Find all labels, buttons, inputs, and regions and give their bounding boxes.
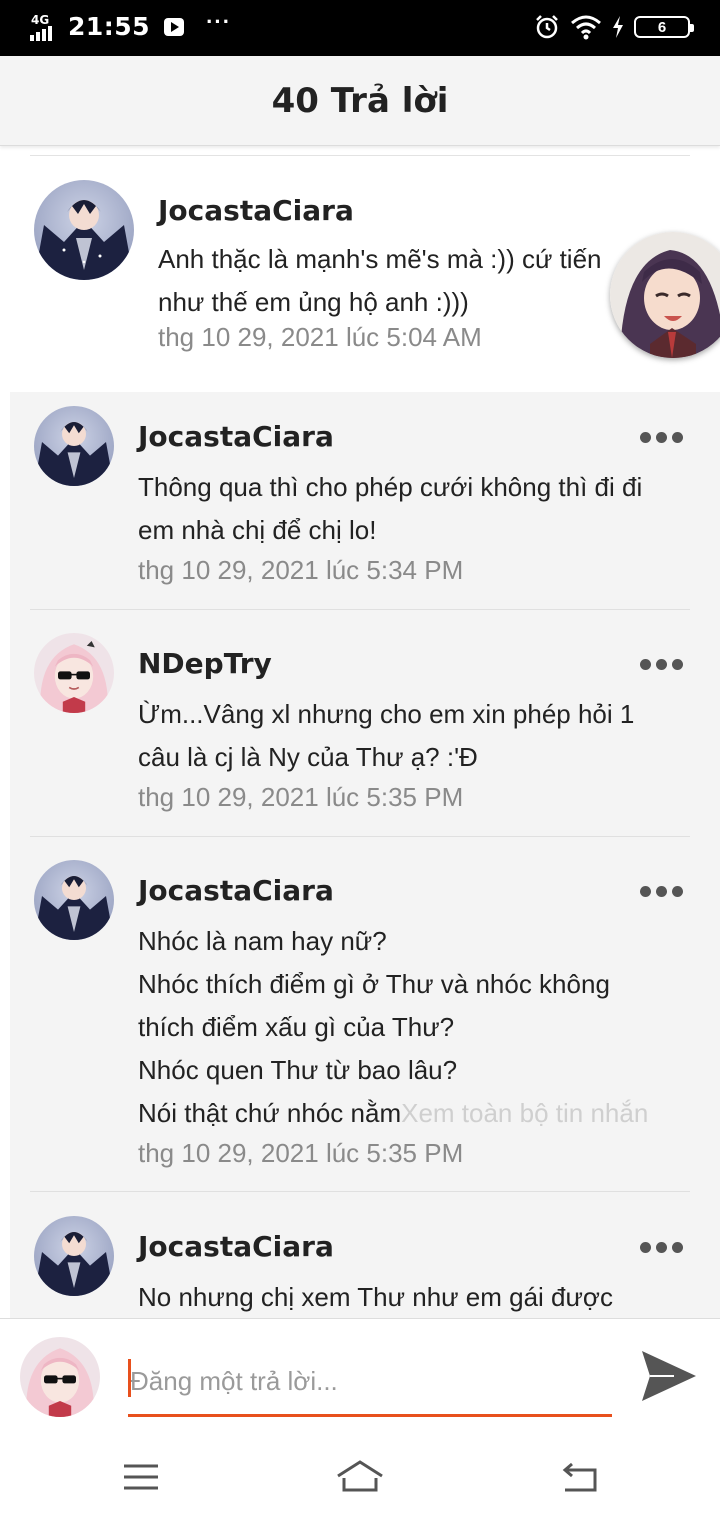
status-bar: 4G 21:55 ··· 6 xyxy=(0,0,720,56)
reply-item: JocastaCiara No nhưng chị xem Thư như em… xyxy=(10,1202,720,1318)
reply-text-line: No nhưng chị xem Thư như em gái được xyxy=(138,1282,613,1312)
avatar[interactable] xyxy=(34,406,114,486)
divider xyxy=(30,155,690,156)
reply-author[interactable]: NDepTry xyxy=(138,647,272,680)
youtube-icon xyxy=(164,17,185,36)
avatar[interactable] xyxy=(34,180,134,280)
truncated-text: Nói thật chứ nhóc nằm xyxy=(138,1098,402,1128)
avatar[interactable] xyxy=(34,860,114,940)
reply-input[interactable] xyxy=(128,1349,612,1417)
page-header: 40 Trả lời xyxy=(0,56,720,146)
back-icon[interactable] xyxy=(555,1456,605,1498)
reply-body: Thông qua thì cho phép cưới không thì đi… xyxy=(138,466,698,588)
reply-text-line: Thông qua thì cho phép cưới không thì đi… xyxy=(138,472,643,502)
wifi-icon xyxy=(571,15,601,40)
menu-icon[interactable] xyxy=(116,1456,166,1498)
reply-author[interactable]: JocastaCiara xyxy=(138,420,334,453)
reply-text-line: Nói thật chứ nhóc nằmXem toàn bộ tin nhắ… xyxy=(138,1092,698,1135)
battery-level: 6 xyxy=(657,18,667,36)
more-options-icon[interactable] xyxy=(640,1242,683,1253)
battery-icon: 6 xyxy=(634,16,694,38)
reply-item: NDepTry Ừm...Vâng xl nhưng cho em xin ph… xyxy=(10,619,720,835)
reply-text-line: em nhà chị để chị lo! xyxy=(138,515,377,545)
alarm-icon xyxy=(536,15,558,39)
reply-timestamp: thg 10 29, 2021 lúc 5:35 PM xyxy=(138,1138,464,1168)
network-type: 4G xyxy=(31,12,50,27)
more-notifications-icon: ··· xyxy=(206,8,232,34)
reply-text-line: Ừm...Vâng xl nhưng cho em xin phép hỏi 1 xyxy=(138,699,635,729)
replies-list[interactable]: JocastaCiara Thông qua thì cho phép cưới… xyxy=(10,392,720,1318)
reply-body: Nhóc là nam hay nữ? Nhóc thích điểm gì ở… xyxy=(138,920,698,1171)
parent-comment: JocastaCiara Anh thặc là mạnh's mẽ's mà … xyxy=(0,160,720,360)
more-options-icon[interactable] xyxy=(640,659,683,670)
comment-timestamp: thg 10 29, 2021 lúc 5:04 AM xyxy=(158,322,482,352)
charging-icon xyxy=(613,16,623,38)
reply-timestamp: thg 10 29, 2021 lúc 5:35 PM xyxy=(138,782,464,812)
reply-text-line: thích điểm xấu gì của Thư? xyxy=(138,1012,455,1042)
see-all-link[interactable]: Xem toàn bộ tin nhắn xyxy=(401,1098,648,1128)
more-options-icon[interactable] xyxy=(640,886,683,897)
text-cursor xyxy=(128,1359,131,1397)
reply-body: No nhưng chị xem Thư như em gái được xyxy=(138,1276,698,1318)
more-options-icon[interactable] xyxy=(640,432,683,443)
reply-text-line: Nhóc là nam hay nữ? xyxy=(138,926,387,956)
signal-icon: 4G xyxy=(30,13,60,41)
reply-author[interactable]: JocastaCiara xyxy=(138,874,334,907)
reply-text-line: Nhóc thích điểm gì ở Thư và nhóc không xyxy=(138,969,610,999)
comment-text: Anh thặc là mạnh's mẽ's mà :)) cứ tiến n… xyxy=(158,238,658,324)
reply-body: Ừm...Vâng xl nhưng cho em xin phép hỏi 1… xyxy=(138,693,698,815)
reply-author[interactable]: JocastaCiara xyxy=(138,1230,334,1263)
avatar[interactable] xyxy=(34,633,114,713)
avatar[interactable] xyxy=(34,1216,114,1296)
reply-text-line: câu là cj là Ny của Thư ạ? :'Đ xyxy=(138,742,478,772)
reply-text-line: Nhóc quen Thư từ bao lâu? xyxy=(138,1055,458,1085)
user-avatar xyxy=(20,1337,100,1417)
comment-text-line: như thế em ủng hộ anh :))) xyxy=(158,287,469,317)
status-time: 21:55 xyxy=(68,12,151,41)
system-nav-bar xyxy=(0,1438,720,1520)
comment-author[interactable]: JocastaCiara xyxy=(158,194,354,227)
divider xyxy=(30,609,690,610)
reply-item: JocastaCiara Nhóc là nam hay nữ? Nhóc th… xyxy=(10,846,720,1190)
page-title: 40 Trả lời xyxy=(271,80,449,121)
reply-timestamp: thg 10 29, 2021 lúc 5:34 PM xyxy=(138,555,464,585)
divider xyxy=(30,836,690,837)
comment-text-line: Anh thặc là mạnh's mẽ's mà :)) cứ tiến xyxy=(158,244,602,274)
reply-compose-bar xyxy=(0,1318,720,1438)
divider xyxy=(30,1191,690,1192)
reply-item: JocastaCiara Thông qua thì cho phép cưới… xyxy=(10,392,720,608)
home-icon[interactable] xyxy=(335,1456,385,1498)
send-icon[interactable] xyxy=(640,1349,698,1403)
